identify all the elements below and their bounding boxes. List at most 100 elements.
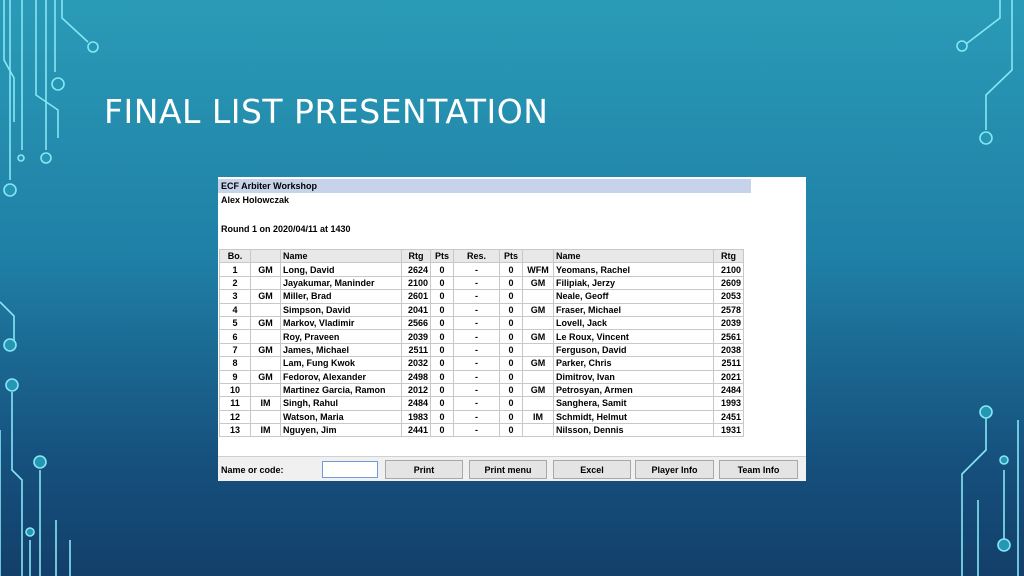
white-name-cell: Markov, Vladimir bbox=[280, 315, 402, 331]
col-board[interactable]: Bo. bbox=[219, 248, 251, 264]
slide-title: FINAL LIST PRESENTATION bbox=[104, 92, 549, 131]
black-points-cell: 0 bbox=[499, 382, 523, 398]
black-title-cell bbox=[522, 342, 554, 358]
result-cell: - bbox=[453, 382, 500, 398]
white-points-cell: 0 bbox=[430, 356, 454, 371]
white-points-cell: 0 bbox=[430, 262, 454, 277]
table-row[interactable]: 6 Roy, Praveen 2039 0-0 GM Le Roux, Vincent 25… bbox=[219, 329, 744, 344]
white-name-cell: Martinez Garcia, Ramon bbox=[280, 382, 402, 398]
team-info-button[interactable]: Team Info bbox=[719, 460, 798, 479]
col-points-black[interactable]: Pts bbox=[499, 248, 523, 264]
print-menu-button[interactable]: Print menu bbox=[469, 460, 547, 479]
black-points-cell: 0 bbox=[499, 302, 523, 317]
white-title-cell bbox=[250, 382, 281, 398]
white-rating-cell: 2100 bbox=[401, 275, 431, 291]
white-rating-cell: 1983 bbox=[401, 409, 431, 425]
result-cell: - bbox=[453, 423, 500, 438]
print-button[interactable]: Print bbox=[385, 460, 463, 479]
black-rating-cell: 2578 bbox=[713, 302, 744, 317]
white-name-cell: Lam, Fung Kwok bbox=[280, 356, 402, 371]
white-name-cell: Long, David bbox=[280, 262, 402, 277]
result-cell: - bbox=[453, 329, 500, 344]
black-name-cell: Fraser, Michael bbox=[553, 302, 714, 317]
col-title-white[interactable] bbox=[250, 248, 281, 264]
table-row[interactable]: 7 GM James, Michael 2511 0-0 Ferguson, David 2… bbox=[219, 342, 744, 358]
black-points-cell: 0 bbox=[499, 289, 523, 304]
result-cell: - bbox=[453, 369, 500, 384]
table-row[interactable]: 1 GM Long, David 2624 0-0 WFM Yeomans, Rachel 2… bbox=[219, 262, 744, 277]
col-points-white[interactable]: Pts bbox=[430, 248, 454, 264]
name-code-input[interactable] bbox=[322, 461, 378, 478]
white-name-cell: Roy, Praveen bbox=[280, 329, 402, 344]
board-number-cell: 10 bbox=[219, 382, 251, 398]
player-info-button[interactable]: Player Info bbox=[635, 460, 714, 479]
event-title-bar: ECF Arbiter Workshop bbox=[218, 179, 751, 193]
black-title-cell: GM bbox=[522, 356, 554, 371]
white-points-cell: 0 bbox=[430, 329, 454, 344]
black-title-cell: WFM bbox=[522, 262, 554, 277]
white-rating-cell: 2039 bbox=[401, 329, 431, 344]
table-row[interactable]: 3 GM Miller, Brad 2601 0-0 Neale, Geoff 2053 bbox=[219, 289, 744, 304]
table-row[interactable]: 2 Jayakumar, Maninder 2100 0-0 GM Filipiak, J… bbox=[219, 275, 744, 291]
white-name-cell: Nguyen, Jim bbox=[280, 423, 402, 438]
white-points-cell: 0 bbox=[430, 423, 454, 438]
black-title-cell: IM bbox=[522, 409, 554, 425]
black-title-cell bbox=[522, 423, 554, 438]
white-name-cell: Jayakumar, Maninder bbox=[280, 275, 402, 291]
black-points-cell: 0 bbox=[499, 396, 523, 411]
col-name-black[interactable]: Name bbox=[553, 248, 714, 264]
col-rating-black[interactable]: Rtg bbox=[713, 248, 744, 264]
result-cell: - bbox=[453, 409, 500, 425]
board-number-cell: 13 bbox=[219, 423, 251, 438]
white-title-cell bbox=[250, 275, 281, 291]
board-number-cell: 5 bbox=[219, 315, 251, 331]
black-rating-cell: 1993 bbox=[713, 396, 744, 411]
board-number-cell: 12 bbox=[219, 409, 251, 425]
col-name-white[interactable]: Name bbox=[280, 248, 402, 264]
white-rating-cell: 2032 bbox=[401, 356, 431, 371]
white-name-cell: James, Michael bbox=[280, 342, 402, 358]
col-result[interactable]: Res. bbox=[453, 248, 500, 264]
table-row[interactable]: 4 Simpson, David 2041 0-0 GM Fraser, Michael 2… bbox=[219, 302, 744, 317]
excel-button[interactable]: Excel bbox=[553, 460, 631, 479]
table-row[interactable]: 13 IM Nguyen, Jim 2441 0-0 Nilsson, Dennis 193… bbox=[219, 423, 744, 438]
white-points-cell: 0 bbox=[430, 315, 454, 331]
white-title-cell: GM bbox=[250, 315, 281, 331]
result-cell: - bbox=[453, 342, 500, 358]
result-cell: - bbox=[453, 356, 500, 371]
table-row[interactable]: 11 IM Singh, Rahul 2484 0-0 Sanghera, Samit 19… bbox=[219, 396, 744, 411]
white-points-cell: 0 bbox=[430, 342, 454, 358]
footer-toolbar: Name or code: Print Print menu Excel Pla… bbox=[218, 456, 806, 481]
table-header-row: Bo. Name Rtg Pts Res. Pts Name Rtg bbox=[219, 248, 744, 264]
black-name-cell: Sanghera, Samit bbox=[553, 396, 714, 411]
white-name-cell: Singh, Rahul bbox=[280, 396, 402, 411]
col-title-black[interactable] bbox=[522, 248, 554, 264]
black-title-cell bbox=[522, 289, 554, 304]
table-row[interactable]: 9 GM Fedorov, Alexander 2498 0-0 Dimitrov, Iv… bbox=[219, 369, 744, 384]
white-points-cell: 0 bbox=[430, 289, 454, 304]
white-title-cell: GM bbox=[250, 369, 281, 384]
black-rating-cell: 2511 bbox=[713, 356, 744, 371]
black-rating-cell: 2100 bbox=[713, 262, 744, 277]
white-rating-cell: 2624 bbox=[401, 262, 431, 277]
black-points-cell: 0 bbox=[499, 409, 523, 425]
pairings-table: Bo. Name Rtg Pts Res. Pts Name Rtg 1 GM Lo… bbox=[219, 248, 744, 438]
black-name-cell: Petrosyan, Armen bbox=[553, 382, 714, 398]
white-title-cell: GM bbox=[250, 289, 281, 304]
board-number-cell: 2 bbox=[219, 275, 251, 291]
white-rating-cell: 2601 bbox=[401, 289, 431, 304]
table-row[interactable]: 12 Watson, Maria 1983 0-0 IM Schmidt, Helmut 2… bbox=[219, 409, 744, 425]
table-row[interactable]: 10 Martinez Garcia, Ramon 2012 0-0 GM Petrosy… bbox=[219, 382, 744, 398]
table-row[interactable]: 8 Lam, Fung Kwok 2032 0-0 GM Parker, Chris 251… bbox=[219, 356, 744, 371]
table-row[interactable]: 5 GM Markov, Vladimir 2566 0-0 Lovell, Jack 20… bbox=[219, 315, 744, 331]
black-points-cell: 0 bbox=[499, 423, 523, 438]
white-title-cell bbox=[250, 329, 281, 344]
col-rating-white[interactable]: Rtg bbox=[401, 248, 431, 264]
black-title-cell: GM bbox=[522, 382, 554, 398]
black-points-cell: 0 bbox=[499, 262, 523, 277]
white-title-cell bbox=[250, 356, 281, 371]
black-points-cell: 0 bbox=[499, 329, 523, 344]
black-points-cell: 0 bbox=[499, 342, 523, 358]
black-title-cell bbox=[522, 396, 554, 411]
black-title-cell bbox=[522, 369, 554, 384]
